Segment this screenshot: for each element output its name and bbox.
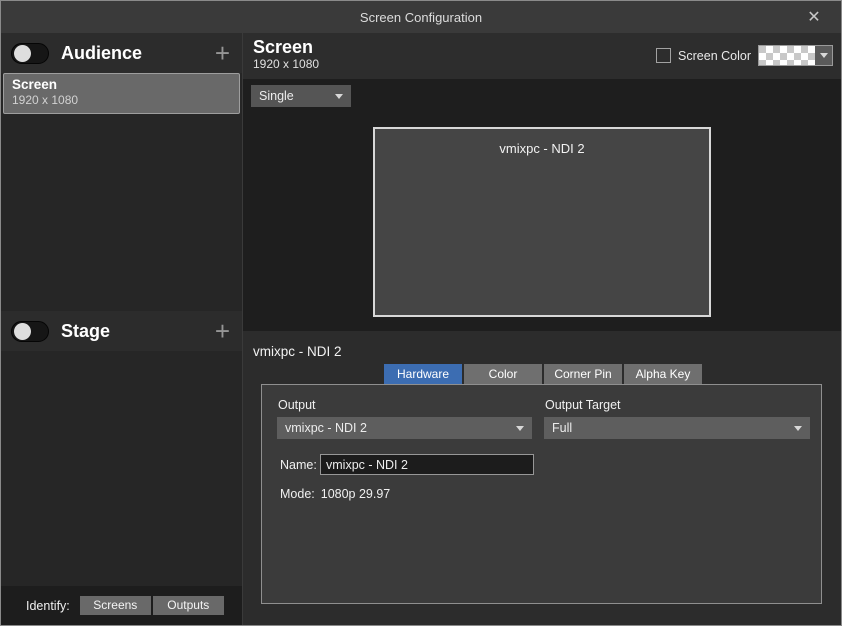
output-preview-label: vmixpc - NDI 2 xyxy=(499,141,584,156)
tab-alpha-key[interactable]: Alpha Key xyxy=(624,364,702,384)
layout-mode-value: Single xyxy=(259,89,294,103)
screen-item-resolution: 1920 x 1080 xyxy=(12,93,231,107)
screen-item-name: Screen xyxy=(12,77,231,92)
main-area: Screen 1920 x 1080 Screen Color xyxy=(243,33,841,625)
stage-header: Stage + xyxy=(1,311,242,351)
identify-label: Identify: xyxy=(26,599,70,613)
name-label: Name: xyxy=(280,458,317,472)
output-preview-box[interactable]: vmixpc - NDI 2 xyxy=(373,127,711,317)
identify-outputs-button[interactable]: Outputs xyxy=(153,596,224,615)
selected-screen-resolution: 1920 x 1080 xyxy=(253,57,319,71)
output-target-select[interactable]: Full xyxy=(544,417,810,439)
tab-color[interactable]: Color xyxy=(464,364,542,384)
close-icon[interactable]: ✕ xyxy=(797,1,831,33)
screen-configuration-dialog: Screen Configuration ✕ Audience + Screen… xyxy=(0,0,842,626)
identify-row: Identify: Screens Outputs xyxy=(1,586,242,625)
chevron-down-icon xyxy=(820,53,828,58)
tab-hardware[interactable]: Hardware xyxy=(384,364,462,384)
screen-preview-canvas: Single vmixpc - NDI 2 xyxy=(243,79,841,331)
screen-color-checkbox[interactable] xyxy=(656,48,671,63)
output-label: Output xyxy=(278,398,316,412)
screen-list-item[interactable]: Screen 1920 x 1080 xyxy=(3,73,240,114)
mode-row: Mode: 1080p 29.97 xyxy=(280,487,396,501)
chevron-down-icon xyxy=(335,94,343,99)
stage-label: Stage xyxy=(61,321,213,342)
output-settings-section: vmixpc - NDI 2 Hardware Color Corner Pin… xyxy=(243,331,841,625)
stage-list-area xyxy=(1,351,242,586)
stage-toggle[interactable] xyxy=(11,321,49,342)
name-field[interactable] xyxy=(320,454,534,475)
add-audience-screen-button[interactable]: + xyxy=(213,42,232,64)
hardware-tab-panel: Output vmixpc - NDI 2 Output Target Full… xyxy=(261,384,822,604)
selected-screen-title: Screen xyxy=(253,37,319,57)
transparent-color-swatch xyxy=(759,46,815,65)
mode-value: 1080p 29.97 xyxy=(321,487,391,501)
output-select-value: vmixpc - NDI 2 xyxy=(285,421,367,435)
audience-label: Audience xyxy=(61,43,213,64)
dialog-title: Screen Configuration xyxy=(360,10,482,25)
chevron-down-icon xyxy=(516,426,524,431)
sidebar: Audience + Screen 1920 x 1080 Stage + Id… xyxy=(1,33,243,625)
audience-toggle[interactable] xyxy=(11,43,49,64)
main-header: Screen 1920 x 1080 Screen Color xyxy=(243,33,841,79)
color-dropdown-arrow-section xyxy=(815,46,832,65)
tab-corner-pin[interactable]: Corner Pin xyxy=(544,364,622,384)
screen-color-label: Screen Color xyxy=(678,49,751,63)
layout-mode-select[interactable]: Single xyxy=(251,85,351,107)
audience-toggle-knob xyxy=(14,45,31,62)
screen-color-picker[interactable] xyxy=(758,45,833,66)
stage-toggle-knob xyxy=(14,323,31,340)
output-target-select-value: Full xyxy=(552,421,572,435)
identify-screens-button[interactable]: Screens xyxy=(80,596,151,615)
output-select[interactable]: vmixpc - NDI 2 xyxy=(277,417,532,439)
add-stage-screen-button[interactable]: + xyxy=(213,320,232,342)
chevron-down-icon xyxy=(794,426,802,431)
audience-list-area xyxy=(1,114,242,311)
output-panel-title: vmixpc - NDI 2 xyxy=(253,344,342,359)
output-tabs: Hardware Color Corner Pin Alpha Key xyxy=(384,364,702,384)
mode-label: Mode: xyxy=(280,487,315,501)
title-bar: Screen Configuration ✕ xyxy=(1,1,841,33)
audience-header: Audience + xyxy=(1,33,242,73)
output-target-label: Output Target xyxy=(545,398,621,412)
